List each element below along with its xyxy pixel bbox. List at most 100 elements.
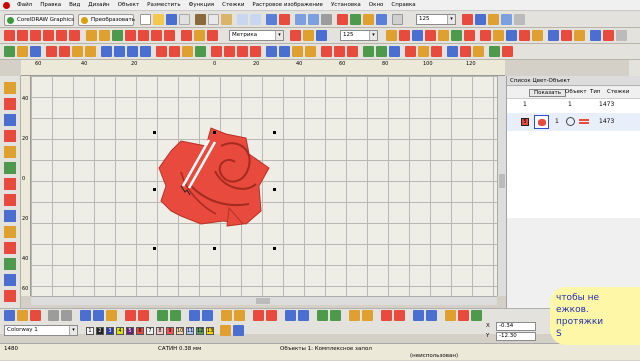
- color-swatch-2[interactable]: 2: [96, 327, 104, 335]
- copy-icon[interactable]: [208, 14, 219, 25]
- rotate-left-icon[interactable]: [72, 46, 83, 57]
- tree-row-group[interactable]: 1 1 1473: [507, 101, 640, 110]
- eyedropper-tool-icon[interactable]: [4, 258, 16, 270]
- selection-handle[interactable]: [273, 247, 276, 250]
- menu-design[interactable]: Дизайн: [84, 0, 113, 11]
- zoom-second-dropdown-arrow-icon[interactable]: ▾: [369, 31, 377, 40]
- hide-icon[interactable]: [501, 14, 512, 25]
- rotate-right-icon[interactable]: [85, 46, 96, 57]
- measure-tool-icon[interactable]: [4, 274, 16, 286]
- bottom-tool-6-icon[interactable]: [80, 310, 91, 321]
- worksheet-icon[interactable]: [590, 30, 601, 41]
- selection-handle[interactable]: [153, 188, 156, 191]
- lettering-icon[interactable]: [86, 30, 97, 41]
- convert-to-icon[interactable]: [376, 46, 387, 57]
- convert-button[interactable]: Преобразовать: [78, 14, 135, 26]
- outline-stitch-icon[interactable]: [181, 30, 192, 41]
- object-thumbnail[interactable]: [534, 115, 549, 129]
- selection-handle[interactable]: [153, 131, 156, 134]
- reduce-icon[interactable]: [489, 46, 500, 57]
- trapunto-icon[interactable]: [418, 46, 429, 57]
- shape-tool-icon[interactable]: [4, 146, 16, 158]
- show-bitmap-icon[interactable]: [438, 30, 449, 41]
- menu-view[interactable]: Вид: [65, 0, 84, 11]
- palette-icon[interactable]: [561, 30, 572, 41]
- effect-icon[interactable]: [151, 30, 162, 41]
- bottom-tool-22-icon[interactable]: [330, 310, 341, 321]
- menu-function[interactable]: Функция: [185, 0, 219, 11]
- star-icon[interactable]: [237, 46, 248, 57]
- chenille-icon[interactable]: [431, 46, 442, 57]
- menu-setup[interactable]: Установка: [327, 0, 365, 11]
- bottom-tool-3-icon[interactable]: [30, 310, 41, 321]
- trim-icon[interactable]: [194, 30, 205, 41]
- toolbar2-options-icon[interactable]: [616, 30, 627, 41]
- hoop-toggle-icon[interactable]: [464, 30, 475, 41]
- bottom-tool-2-icon[interactable]: [17, 310, 28, 321]
- mirror-v-icon[interactable]: [59, 46, 70, 57]
- show-button[interactable]: Показать: [529, 89, 566, 97]
- ellipse-tool-icon[interactable]: [4, 194, 16, 206]
- bottom-tool-11-icon[interactable]: [157, 310, 168, 321]
- selection-handle[interactable]: [213, 131, 216, 134]
- save-icon[interactable]: [166, 14, 177, 25]
- bottom-tool-10-icon[interactable]: [138, 310, 149, 321]
- bottom-tool-12-icon[interactable]: [170, 310, 181, 321]
- color-swatch-8[interactable]: 8: [156, 327, 164, 335]
- outline-view-icon[interactable]: [475, 14, 486, 25]
- menu-window[interactable]: Окно: [365, 0, 388, 11]
- selection-handle[interactable]: [273, 188, 276, 191]
- node-edit-icon[interactable]: [4, 46, 15, 57]
- reshape-tool-icon[interactable]: [4, 98, 16, 110]
- print-icon[interactable]: [179, 14, 190, 25]
- zoom-field-second[interactable]: 125 ▾: [340, 30, 378, 41]
- bottom-tool-13-icon[interactable]: [189, 310, 200, 321]
- group-icon[interactable]: [156, 46, 167, 57]
- underlay-icon[interactable]: [316, 30, 327, 41]
- stop-icon[interactable]: [305, 46, 316, 57]
- y-coord-field[interactable]: -12.30: [496, 332, 536, 341]
- lock-icon[interactable]: [182, 46, 193, 57]
- units-dropdown-arrow-icon[interactable]: ▾: [275, 31, 283, 40]
- knife-icon[interactable]: [30, 46, 41, 57]
- x-coord-field[interactable]: -0.34: [496, 322, 536, 331]
- zoom-in-icon[interactable]: [295, 14, 306, 25]
- menu-edit[interactable]: Правка: [36, 0, 65, 11]
- complex-fill-icon[interactable]: [43, 30, 54, 41]
- show-vector-icon[interactable]: [451, 30, 462, 41]
- gradient-icon[interactable]: [164, 30, 175, 41]
- coreldraw-graphics-button[interactable]: CorelDRAW Graphics: [4, 14, 74, 26]
- break-apart-icon[interactable]: [363, 46, 374, 57]
- reshape-icon[interactable]: [17, 46, 28, 57]
- bottom-tool-15-icon[interactable]: [221, 310, 232, 321]
- colorway-select[interactable]: Colorway 1 ▾: [4, 325, 78, 336]
- connectors-icon[interactable]: [412, 30, 423, 41]
- sequin-icon[interactable]: [447, 46, 458, 57]
- color-manager-icon[interactable]: [233, 325, 244, 336]
- functions-icon[interactable]: [425, 30, 436, 41]
- satin-tool-icon[interactable]: [4, 178, 16, 190]
- freehand-tool-icon[interactable]: [4, 130, 16, 142]
- new-file-icon[interactable]: [140, 14, 151, 25]
- rectangle-icon[interactable]: [250, 46, 261, 57]
- zoom-out-icon[interactable]: [308, 14, 319, 25]
- color-swatch-1[interactable]: 1: [86, 327, 94, 335]
- bottom-tool-25-icon[interactable]: [381, 310, 392, 321]
- jump-icon[interactable]: [292, 46, 303, 57]
- arc-icon[interactable]: [211, 46, 222, 57]
- bottom-tool-9-icon[interactable]: [125, 310, 136, 321]
- branch-icon[interactable]: [321, 46, 332, 57]
- align-center-icon[interactable]: [114, 46, 125, 57]
- selection-handle[interactable]: [213, 247, 216, 250]
- pattern-icon[interactable]: [125, 30, 136, 41]
- thread-palette-icon[interactable]: [220, 325, 231, 336]
- measure-icon[interactable]: [506, 30, 517, 41]
- grid-icon[interactable]: [376, 14, 387, 25]
- stitch-edit-tool-icon[interactable]: [4, 290, 16, 302]
- color-swatch-4[interactable]: 4: [116, 327, 124, 335]
- tree-row-object[interactable]: 5 1 1473: [507, 113, 640, 131]
- bottom-tool-4-icon[interactable]: [48, 310, 59, 321]
- monogram-icon[interactable]: [99, 30, 110, 41]
- menu-stitches[interactable]: Стежки: [218, 0, 248, 11]
- hoop-icon[interactable]: [363, 14, 374, 25]
